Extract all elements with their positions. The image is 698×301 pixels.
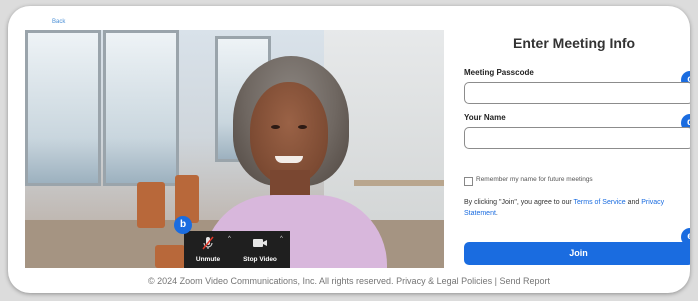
unmute-label: Unmute — [195, 256, 221, 263]
microphone-muted-icon — [202, 236, 214, 250]
chair — [155, 245, 185, 268]
join-button[interactable]: Join — [464, 242, 690, 265]
audio-options-caret-icon[interactable]: ^ — [228, 236, 231, 242]
terms-prefix: By clicking "Join", you agree to our — [464, 199, 574, 206]
smile — [275, 156, 303, 163]
copyright-text: © 2024 Zoom Video Communications, Inc. A… — [147, 276, 394, 286]
window-pane — [25, 30, 101, 186]
window-pane — [103, 30, 179, 186]
page-title: Enter Meeting Info — [513, 35, 636, 51]
privacy-legal-link[interactable]: Privacy & Legal Policies — [396, 276, 492, 286]
footer-separator: | — [494, 276, 497, 286]
name-input[interactable] — [464, 127, 690, 149]
camera-icon — [253, 239, 267, 247]
passcode-label: Meeting Passcode — [464, 68, 534, 77]
remember-name-label[interactable]: Remember my name for future meetings — [476, 176, 593, 183]
terms-and: and — [625, 199, 642, 206]
person-face — [250, 82, 328, 184]
unmute-button[interactable]: Unmute — [188, 235, 228, 265]
video-toolbar: Unmute ^ Stop Video ^ — [184, 231, 290, 268]
footer: © 2024 Zoom Video Communications, Inc. A… — [8, 276, 690, 286]
terms-notice: By clicking "Join", you agree to our Ter… — [464, 197, 690, 219]
send-report-link[interactable]: Send Report — [499, 276, 550, 286]
eye — [298, 125, 307, 129]
eye — [271, 125, 280, 129]
annotation-badge-b: b — [174, 216, 192, 234]
terms-of-service-link[interactable]: Terms of Service — [574, 199, 626, 206]
stop-video-label: Stop Video — [243, 256, 277, 263]
stop-video-button[interactable]: Stop Video — [240, 235, 280, 265]
passcode-input[interactable] — [464, 82, 690, 104]
shelf — [354, 180, 444, 186]
back-link[interactable]: Back — [52, 19, 65, 25]
remember-name-checkbox[interactable] — [464, 177, 473, 186]
terms-suffix: . — [495, 210, 498, 217]
join-meeting-card: Back Unmute ^ Stop Video ^ b d Enter Mee… — [8, 6, 690, 293]
name-label: Your Name — [464, 113, 506, 122]
video-options-caret-icon[interactable]: ^ — [280, 236, 283, 242]
chair — [137, 182, 165, 228]
